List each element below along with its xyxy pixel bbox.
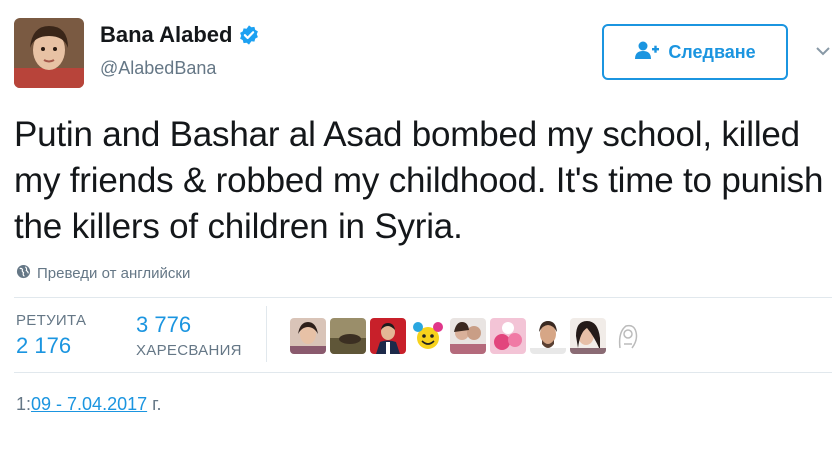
follow-button-label: Следване xyxy=(668,41,756,62)
translate-label: Преведи от английски xyxy=(37,265,191,282)
chevron-down-icon[interactable] xyxy=(814,42,832,60)
translate-link[interactable]: Преведи от английски xyxy=(16,264,190,283)
stats-bottom-divider xyxy=(14,372,832,373)
user-name[interactable]: Bana Alabed xyxy=(100,22,232,48)
liker-avatar[interactable] xyxy=(450,318,486,354)
timestamp-suffix: г. xyxy=(147,394,162,414)
liker-avatar[interactable] xyxy=(370,318,406,354)
timestamp-prefix: 1: xyxy=(16,394,32,414)
liker-avatar[interactable] xyxy=(410,318,446,354)
tweet-timestamp: 1:09 - 7.04.2017 г. xyxy=(16,394,162,415)
liker-avatars xyxy=(290,318,646,354)
follow-user-icon xyxy=(634,40,660,65)
retweets-value: 2 176 xyxy=(16,333,72,358)
retweets-stat[interactable]: РЕТУИТА 2 176 xyxy=(16,312,86,359)
likes-label: ХАРЕСВАНИЯ xyxy=(136,342,242,359)
liker-avatar[interactable] xyxy=(570,318,606,354)
liker-avatar[interactable] xyxy=(530,318,566,354)
user-avatar[interactable] xyxy=(14,18,84,88)
retweets-label: РЕТУИТА xyxy=(16,312,87,329)
stats-separator xyxy=(266,306,267,362)
user-handle[interactable]: @AlabedBana xyxy=(100,58,216,79)
user-name-row[interactable]: Bana Alabed xyxy=(100,22,260,48)
likes-value: 3 776 xyxy=(136,312,192,337)
timestamp-link[interactable]: 09 - 7.04.2017 xyxy=(31,394,147,414)
liker-avatar[interactable] xyxy=(490,318,526,354)
stats-top-divider xyxy=(14,297,832,298)
likes-stat[interactable]: 3 776 ХАРЕСВАНИЯ xyxy=(136,312,242,359)
globe-icon xyxy=(16,264,31,283)
follow-button[interactable]: Следване xyxy=(602,24,788,80)
tweet-text: Putin and Bashar al Asad bombed my schoo… xyxy=(14,115,824,246)
liker-avatar[interactable] xyxy=(610,318,646,354)
verified-badge-icon xyxy=(238,24,260,46)
liker-avatar[interactable] xyxy=(290,318,326,354)
liker-avatar[interactable] xyxy=(330,318,366,354)
